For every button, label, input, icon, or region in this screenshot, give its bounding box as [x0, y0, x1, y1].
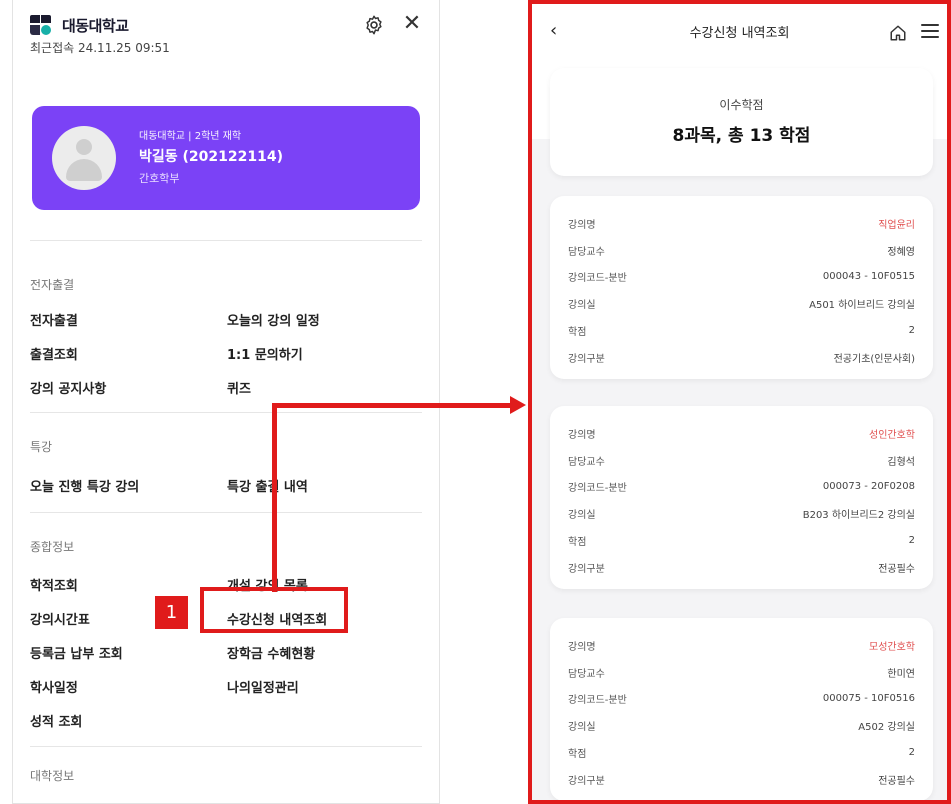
field-label: 강의코드-분반	[568, 483, 627, 495]
course-room: B203 하이브리드2 강의실	[802, 510, 915, 522]
field-label: 강의명	[568, 219, 596, 231]
menu-item-special-attendance[interactable]: 특강 출결 내역	[227, 476, 308, 495]
arrow-head	[510, 396, 526, 414]
field-label: 담당교수	[568, 246, 605, 258]
menu-item-quiz[interactable]: 퀴즈	[227, 378, 251, 397]
callout-number: 1	[155, 596, 188, 629]
field-label: 강의실	[568, 300, 596, 312]
menu-item-inquiry[interactable]: 1:1 문의하기	[227, 344, 303, 363]
field-label: 강의명	[568, 429, 596, 441]
course-credit: 2	[908, 325, 915, 337]
course-name: 성인간호학	[869, 429, 915, 441]
last-login: 최근접속 24.11.25 09:51	[30, 41, 170, 55]
course-professor: 정혜영	[887, 246, 915, 258]
menu-item-today-lectures[interactable]: 오늘의 강의 일정	[227, 310, 320, 329]
menu-drawer: 대동대학교 ✕ 최근접속 24.11.25 09:51 대동대학교 | 2학년 …	[12, 0, 440, 804]
highlight-box	[200, 587, 348, 633]
course-card: 강의명 성인간호학 담당교수 김형석 강의코드-분반 000073 - 20F0208…	[550, 406, 933, 589]
section-title-special: 특강	[30, 440, 53, 454]
screenshot-root: 대동대학교 ✕ 최근접속 24.11.25 09:51 대동대학교 | 2학년 …	[0, 0, 951, 804]
summary-label: 이수학점	[719, 98, 764, 112]
credit-summary-card: 이수학점 8과목, 총 13 학점	[550, 68, 933, 176]
course-card: 강의명 모성간호학 담당교수 한미연 강의코드-분반 000075 - 10F0516…	[550, 618, 933, 800]
divider	[30, 746, 422, 747]
menu-item-academic-calendar[interactable]: 학사일정	[30, 677, 78, 696]
menu-item-grades[interactable]: 성적 조회	[30, 711, 82, 730]
close-icon[interactable]: ✕	[401, 12, 423, 36]
menu-item-attendance-check[interactable]: 출결조회	[30, 344, 78, 363]
menu-item-today-special[interactable]: 오늘 진행 특강 강의	[30, 476, 139, 495]
section-title-attendance: 전자출결	[30, 278, 75, 292]
course-code: 000043 - 10F0515	[822, 271, 915, 283]
field-label: 강의실	[568, 510, 596, 522]
profile-dept: 간호학부	[139, 172, 180, 185]
course-credit: 2	[908, 747, 915, 759]
profile-name: 박길동 (202122114)	[139, 149, 283, 165]
divider	[30, 512, 422, 513]
divider	[30, 240, 422, 241]
field-label: 강의코드-분반	[568, 273, 627, 285]
menu-item-academic-record[interactable]: 학적조회	[30, 575, 78, 594]
course-credit: 2	[908, 535, 915, 547]
brand-name: 대동대학교	[62, 16, 129, 35]
university-logo-icon	[30, 13, 56, 37]
menu-item-scholarship[interactable]: 장학금 수혜현황	[227, 643, 315, 662]
arrow-horizontal	[272, 403, 512, 408]
menu-item-timetable[interactable]: 강의시간표	[30, 609, 90, 628]
divider	[30, 412, 422, 413]
screen-title: 수강신청 내역조회	[689, 26, 790, 41]
course-type: 전공필수	[878, 775, 915, 787]
course-name: 직업윤리	[878, 219, 915, 231]
summary-value: 8과목, 총 13 학점	[672, 126, 811, 146]
menu-item-my-schedule[interactable]: 나의일정관리	[227, 677, 299, 696]
field-label: 학점	[568, 537, 587, 549]
course-code: 000073 - 20F0208	[822, 481, 915, 493]
field-label: 강의구분	[568, 353, 605, 365]
field-label: 담당교수	[568, 456, 605, 468]
course-type: 전공필수	[878, 563, 915, 575]
course-name: 모성간호학	[869, 641, 915, 653]
menu-item-attendance[interactable]: 전자출결	[30, 310, 78, 329]
field-label: 담당교수	[568, 668, 605, 680]
course-room: A502 강의실	[858, 722, 915, 734]
course-code: 000075 - 10F0516	[822, 693, 915, 705]
course-type: 전공기초(인문사회)	[833, 353, 915, 365]
profile-school-year: 대동대학교 | 2학년 재학	[139, 131, 242, 142]
section-title-university-info: 대학정보	[30, 769, 75, 783]
field-label: 강의코드-분반	[568, 695, 627, 707]
field-label: 학점	[568, 327, 587, 339]
course-professor: 김형석	[887, 456, 915, 468]
menu-icon[interactable]	[921, 24, 939, 38]
course-professor: 한미연	[887, 668, 915, 680]
section-title-general: 종합정보	[30, 540, 75, 554]
menu-item-lecture-notices[interactable]: 강의 공지사항	[30, 378, 106, 397]
arrow-vertical	[272, 403, 277, 592]
field-label: 강의구분	[568, 775, 605, 787]
drawer-header: 대동대학교 ✕	[30, 10, 429, 40]
field-label: 강의실	[568, 722, 596, 734]
menu-item-tuition[interactable]: 등록금 납부 조회	[30, 643, 123, 662]
course-card: 강의명 직업윤리 담당교수 정혜영 강의코드-분반 000043 - 10F0515 …	[550, 196, 933, 379]
registration-history-screen: ‹ 수강신청 내역조회 이수학점 8과목, 총 13 학점 강의명 직업윤리 담당…	[528, 0, 951, 804]
course-room: A501 하이브리드 강의실	[809, 300, 915, 312]
avatar-placeholder-icon	[52, 126, 116, 190]
field-label: 강의명	[568, 641, 596, 653]
gear-icon[interactable]	[363, 14, 385, 36]
field-label: 학점	[568, 749, 587, 761]
field-label: 강의구분	[568, 563, 605, 575]
profile-card[interactable]: 대동대학교 | 2학년 재학 박길동 (202122114) 간호학부	[32, 106, 420, 210]
home-icon[interactable]	[889, 24, 907, 42]
